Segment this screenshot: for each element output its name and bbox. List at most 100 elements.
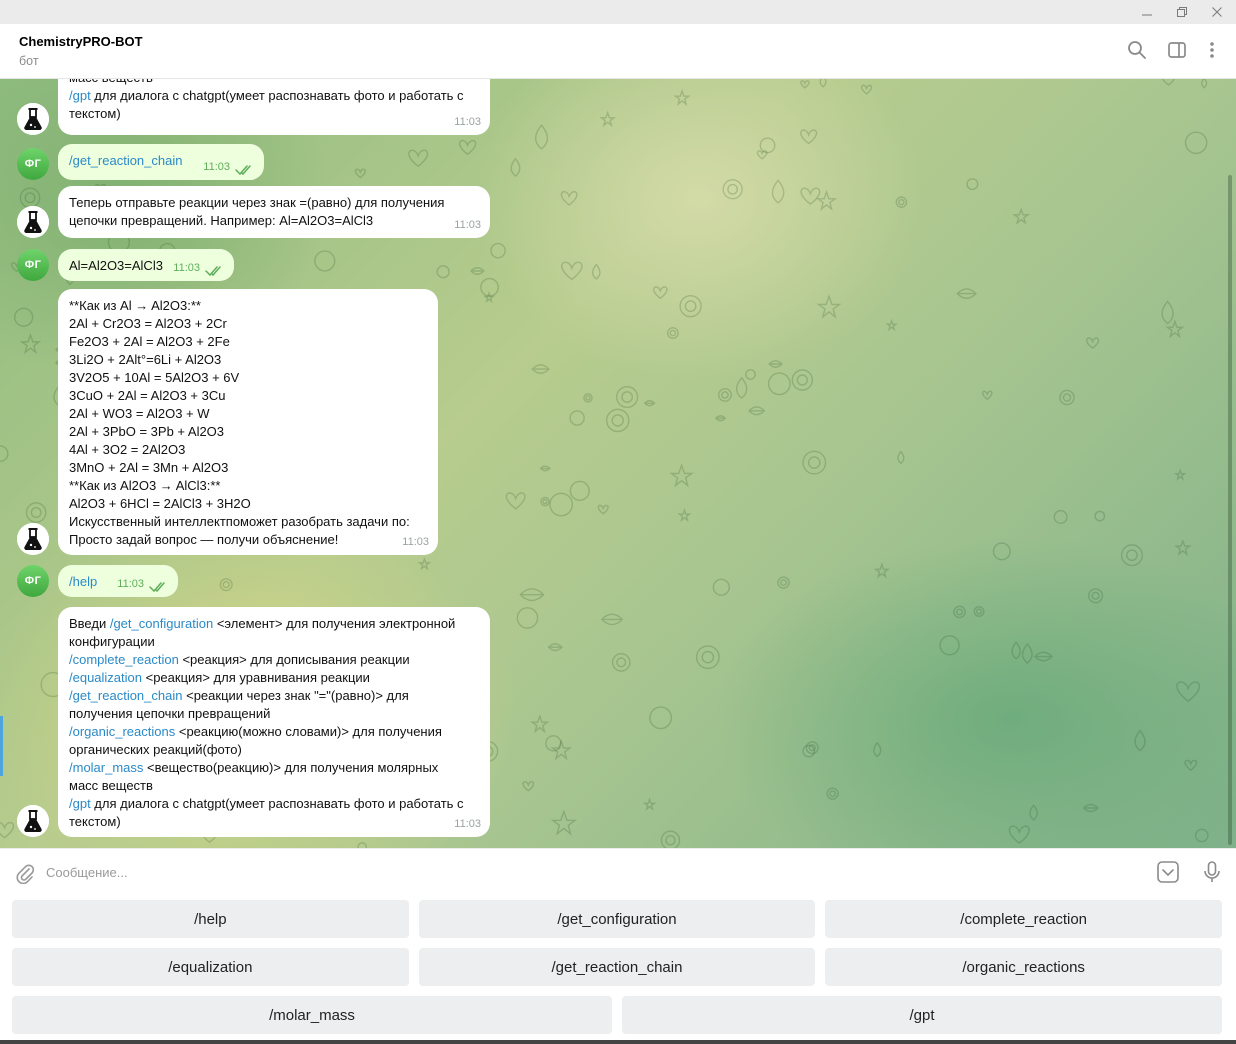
microphone-icon[interactable] <box>1200 860 1224 884</box>
bot-avatar-flask-icon[interactable] <box>17 206 49 238</box>
doodle <box>469 267 485 275</box>
doodle <box>1059 389 1075 406</box>
more-options-icon[interactable] <box>1200 38 1224 62</box>
bot-command-link[interactable]: /get_reaction_chain <box>69 688 182 703</box>
sidebar-toggle-icon[interactable] <box>1165 38 1189 62</box>
bot-avatar-flask-icon[interactable] <box>17 805 49 837</box>
message-text: <вещество(реакцию)> для получения молярн… <box>143 760 439 775</box>
chat-scrollbar[interactable] <box>1228 175 1232 845</box>
doodle <box>955 608 963 616</box>
doodle <box>796 374 809 386</box>
doodle <box>510 157 521 177</box>
message-line: цепочки превращений. Например: Al=Al2O3=… <box>69 212 479 230</box>
doodle <box>885 318 898 332</box>
message-input[interactable] <box>46 857 1136 887</box>
user-avatar[interactable]: ФГ <box>17 565 49 597</box>
doodle <box>829 790 837 798</box>
message-line: Искусственный интеллектпоможет разобрать… <box>69 513 427 531</box>
bot-command-link[interactable]: /gpt <box>69 88 91 103</box>
doodle <box>767 372 791 396</box>
doodle <box>560 191 578 206</box>
doodle <box>408 149 429 168</box>
bot-command-link[interactable]: /complete_reaction <box>69 652 179 667</box>
doodle <box>684 300 697 313</box>
user-avatar[interactable]: ФГ <box>17 148 49 180</box>
restore-icon[interactable] <box>1165 0 1199 24</box>
bot-avatar-flask-icon[interactable] <box>17 103 49 135</box>
window-title-bar <box>0 0 1236 24</box>
message-bubble[interactable]: **Как из Al → Al2O3:** 2Al + Cr2O3 = Al2O… <box>58 289 438 555</box>
keyboard-button-help[interactable]: /help <box>12 900 409 938</box>
message-line: Теперь отправьте реакции через знак =(ра… <box>69 194 479 212</box>
bot-command-link[interactable]: /get_configuration <box>110 616 213 631</box>
bot-keyboard-toggle-icon[interactable] <box>1156 860 1180 884</box>
message-text: получения цепочки превращений <box>69 706 271 721</box>
doodle <box>1194 828 1209 843</box>
message-text: **Как из Al2O3 → AlCl3:** <box>69 478 221 493</box>
message-line: текстом) <box>69 105 479 123</box>
doodle <box>679 294 702 318</box>
doodle <box>669 329 677 337</box>
message-text: 3CuO + 2Al = Al2O3 + 3Cu <box>69 388 226 403</box>
keyboard-button-equalization[interactable]: /equalization <box>12 948 409 986</box>
doodle <box>600 613 624 626</box>
search-icon[interactable] <box>1125 38 1149 62</box>
doodle <box>1011 641 1021 660</box>
keyboard-button-get_reaction_chain[interactable]: /get_reaction_chain <box>418 948 816 986</box>
message-line: масс веществ <box>69 777 479 795</box>
message-bubble[interactable]: Теперь отправьте реакции через знак =(ра… <box>58 186 490 238</box>
minimize-icon[interactable] <box>1130 0 1164 24</box>
user-avatar[interactable]: ФГ <box>17 249 49 281</box>
doodle <box>531 364 550 374</box>
keyboard-button-get_configuration[interactable]: /get_configuration <box>418 900 816 938</box>
doodle <box>1082 803 1099 813</box>
keyboard-button-molar_mass[interactable]: /molar_mass <box>12 996 612 1034</box>
keyboard-button-organic_reactions[interactable]: /organic_reactions <box>825 948 1222 986</box>
chat-title[interactable]: ChemistryPRO-BOT <box>19 34 143 49</box>
message-line: 2Al + Cr2O3 = Al2O3 + 2Cr <box>69 315 427 333</box>
doodle <box>975 608 983 615</box>
doodle <box>1165 319 1185 339</box>
message-line: получения цепочки превращений <box>69 705 479 723</box>
message-text: Al2O3 + 6HCl = 2AlCl3 + 3H2O <box>69 496 251 511</box>
bot-command-link[interactable]: /organic_reactions <box>69 724 175 739</box>
doodle <box>748 406 766 416</box>
doodle <box>727 183 739 195</box>
chat-area[interactable]: масс веществ/gpt для диалога с chatgpt(у… <box>0 79 1236 848</box>
message-text: Al=Al2O3=AlCl3 <box>69 258 163 273</box>
attach-icon[interactable] <box>14 862 36 885</box>
doodle <box>897 450 905 465</box>
doodle <box>895 196 908 208</box>
bot-command-link[interactable]: /equalization <box>69 670 142 685</box>
keyboard-button-gpt[interactable]: /gpt <box>622 996 1222 1034</box>
doodle <box>1062 393 1072 402</box>
bot-command-link[interactable]: /help <box>69 574 97 589</box>
bot-command-link[interactable]: /gpt <box>69 796 91 811</box>
bot-avatar-flask-icon[interactable] <box>17 523 49 555</box>
message-bubble[interactable]: /help 11:03 <box>58 565 178 597</box>
doodle <box>222 581 230 589</box>
active-chat-indicator <box>0 716 3 776</box>
keyboard-button-complete_reaction[interactable]: /complete_reaction <box>825 900 1222 938</box>
doodle <box>800 187 821 205</box>
message-bubble[interactable]: /get_reaction_chain 11:03 <box>58 144 264 180</box>
message-text: масс веществ <box>69 79 153 85</box>
message-bubble[interactable]: Al=Al2O3=AlCl3 11:03 <box>58 249 234 281</box>
bot-command-link[interactable]: /get_reaction_chain <box>69 153 182 168</box>
message-line: /get_reaction_chain <реакции через знак … <box>69 687 479 705</box>
close-icon[interactable] <box>1200 0 1234 24</box>
bot-command-link[interactable]: /molar_mass <box>69 760 143 775</box>
message-bubble[interactable]: Введи /get_configuration <элемент> для п… <box>58 607 490 837</box>
doodle <box>516 607 539 629</box>
message-line: 2Al + WO3 = Al2O3 + W <box>69 405 427 423</box>
doodle <box>1176 681 1201 703</box>
message-bubble[interactable]: масс веществ/gpt для диалога с chatgpt(у… <box>58 79 490 135</box>
read-double-check-icon <box>205 264 225 277</box>
doodle <box>722 179 743 200</box>
doodle <box>314 250 336 272</box>
message-text: 3V2O5 + 10Al = 5Al2O3 + 6V <box>69 370 240 385</box>
doodle <box>1201 79 1208 89</box>
doodle <box>14 307 34 327</box>
doodle <box>860 84 873 95</box>
doodle <box>1126 549 1138 562</box>
